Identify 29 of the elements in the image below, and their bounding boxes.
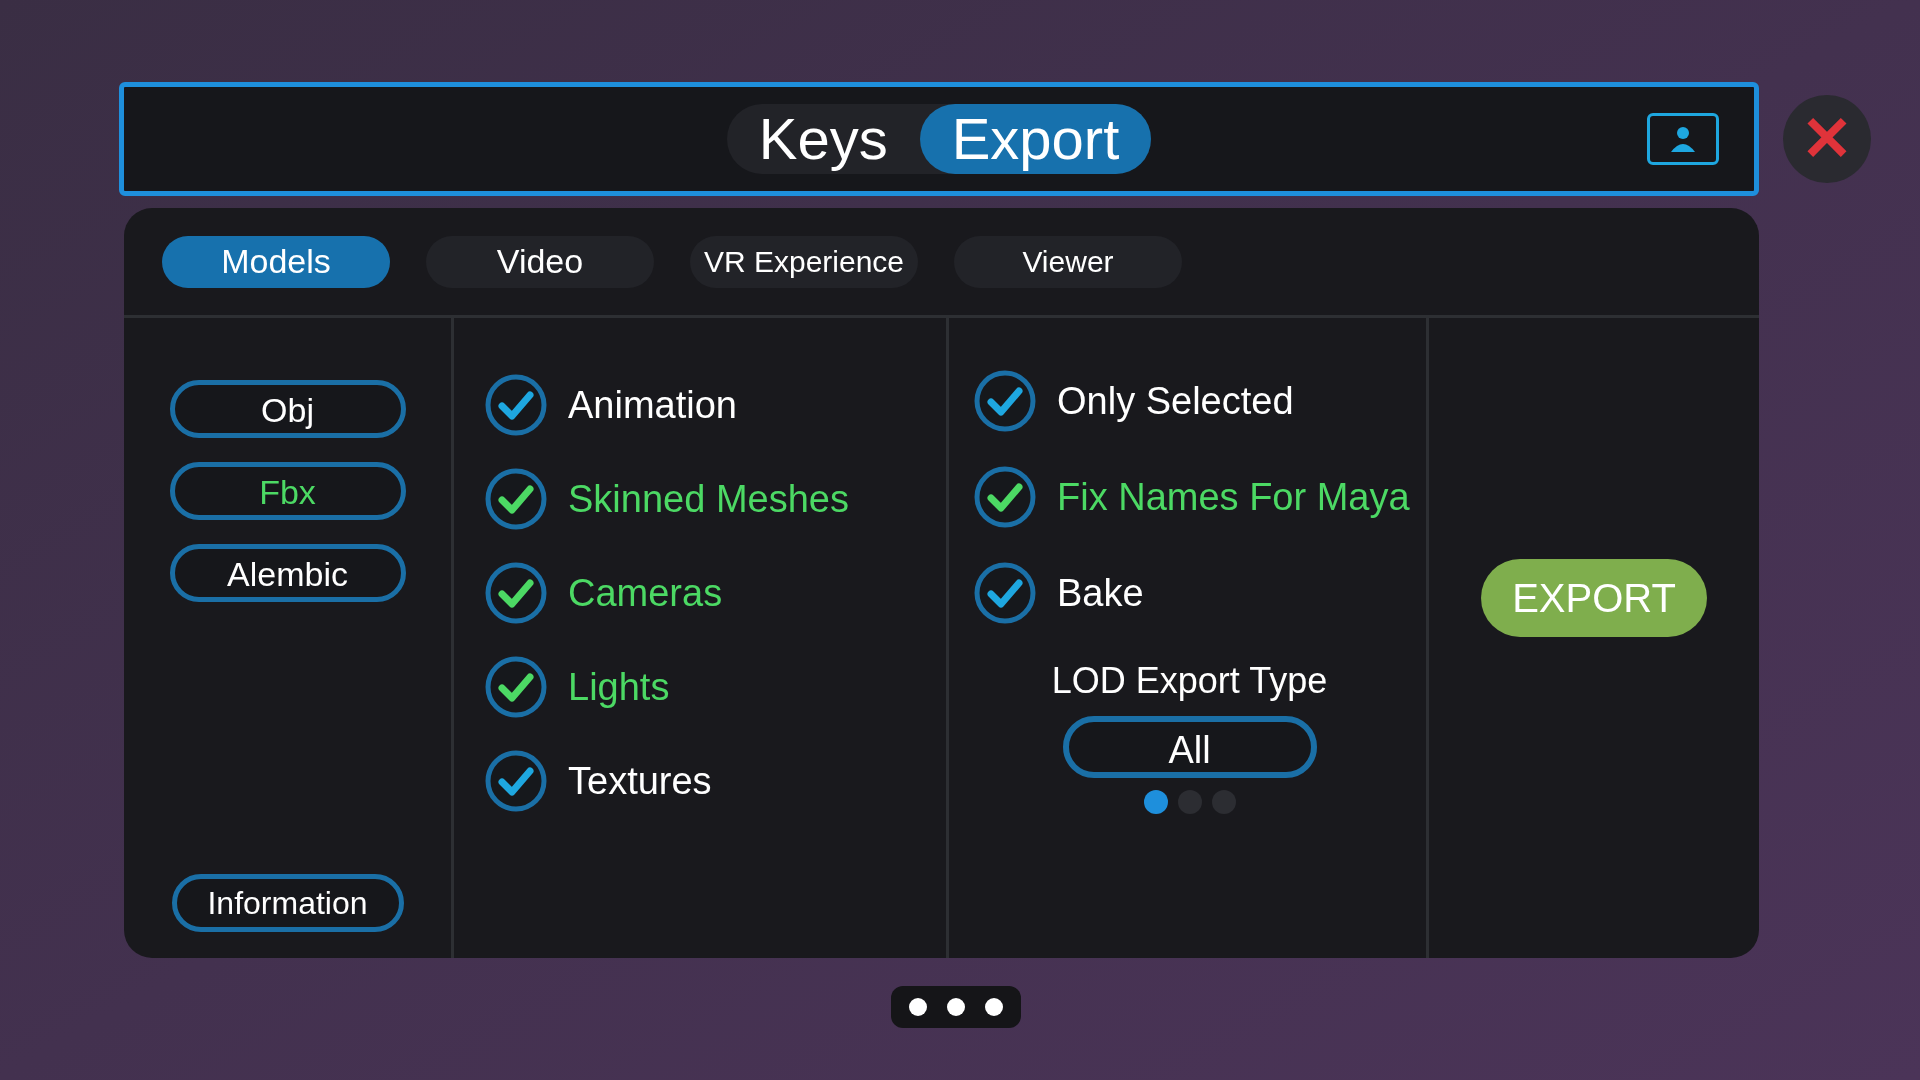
option-label: Bake — [1057, 570, 1144, 616]
option-label: Only Selected — [1057, 378, 1294, 424]
option-label: Skinned Meshes — [568, 476, 849, 522]
checkbox-icon[interactable] — [484, 655, 548, 719]
tab[interactable]: Models — [162, 235, 390, 288]
profile-icon[interactable] — [1647, 113, 1719, 165]
checkbox-icon[interactable] — [973, 369, 1037, 433]
format-button[interactable]: Alembic — [169, 544, 406, 602]
option-label: Lights — [568, 664, 670, 710]
lod-label: LOD Export Type — [1051, 659, 1328, 703]
checkbox-icon[interactable] — [484, 373, 548, 437]
checkbox-icon[interactable] — [484, 467, 548, 531]
tab[interactable]: Video — [426, 235, 654, 288]
header-tab[interactable]: Export — [919, 104, 1152, 174]
checkbox-icon[interactable] — [973, 465, 1037, 529]
option-label: Fix Names For Maya — [1057, 474, 1410, 520]
format-button[interactable]: Obj — [169, 380, 406, 438]
option-label: Cameras — [568, 570, 723, 616]
checkbox-icon[interactable] — [484, 561, 548, 625]
checkbox-icon[interactable] — [484, 749, 548, 813]
option-label: Animation — [568, 382, 737, 428]
lod-dropdown[interactable]: All — [1062, 716, 1317, 778]
tab[interactable]: Viewer — [954, 235, 1182, 288]
option-label: Textures — [568, 758, 712, 804]
tab[interactable]: VR Experience — [690, 235, 918, 288]
format-button[interactable]: Fbx — [169, 462, 406, 520]
checkbox-icon[interactable] — [973, 561, 1037, 625]
information-button[interactable]: Information — [171, 874, 404, 932]
header-tab[interactable]: Keys — [726, 104, 920, 174]
